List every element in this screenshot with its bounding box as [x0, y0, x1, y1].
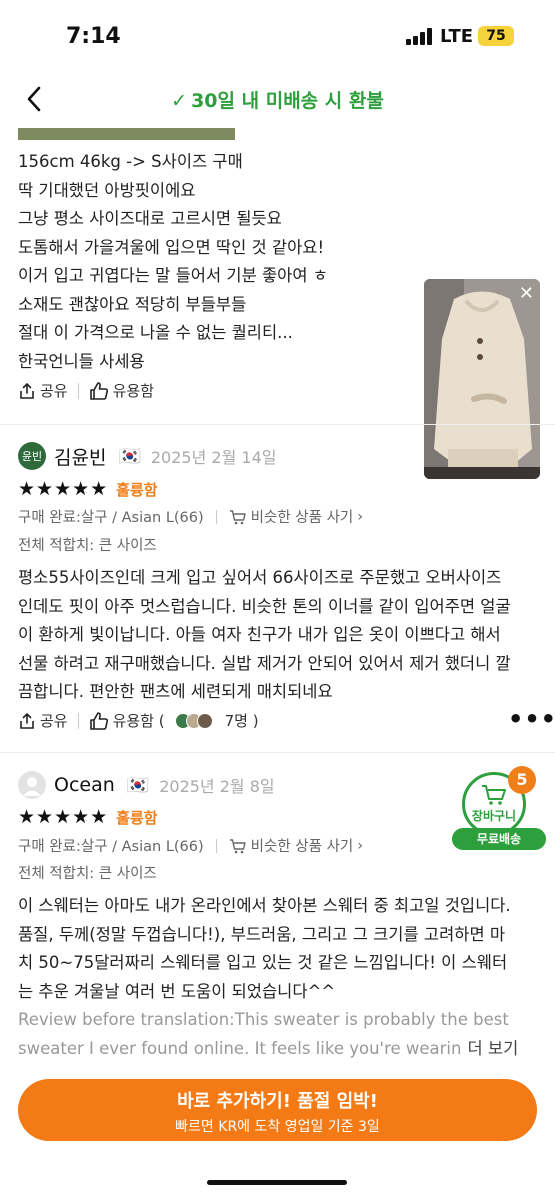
stars-icon: ★★★★★ [18, 806, 109, 828]
scroll-fade [0, 1062, 555, 1080]
read-more-link[interactable]: 더 보기 [461, 1038, 519, 1058]
review-divider [0, 752, 555, 753]
video-preview-thumbnail[interactable]: ✕ [424, 279, 540, 479]
share-icon [20, 382, 34, 399]
review-photo-partial[interactable] [18, 128, 235, 140]
avatar [196, 712, 213, 729]
share-button[interactable]: 공유 [18, 710, 68, 731]
cart-floating-button[interactable]: 장바구니 5 무료배송 [452, 766, 546, 852]
purchase-info: 구매 완료:살구 / Asian L(66) 비슷한 상품 사기 › [18, 835, 363, 856]
divider [77, 712, 79, 729]
review-divider [0, 424, 555, 425]
cart-count-badge: 5 [508, 766, 536, 794]
default-user-icon [23, 777, 41, 796]
review-body: 이 스웨터는 아마도 내가 온라인에서 찾아본 스웨터 중 최고일 것입니다. … [18, 892, 519, 1063]
helpful-user-avatars [174, 712, 213, 729]
rating-grade: 훌륭함 [116, 808, 158, 827]
star-rating: ★★★★★ 훌륭함 [18, 806, 158, 828]
more-options-icon[interactable]: ••• [508, 705, 555, 733]
review-body: 156cm 46kg -> S사이즈 구매 딱 기대했던 아방핏이에요 그냥 평… [18, 152, 328, 371]
top-header: ✓ 30일 내 미배송 시 환불 [0, 70, 555, 128]
reviewer-name: 김윤빈 [54, 446, 107, 469]
avatar [18, 771, 46, 799]
stars-icon: ★★★★★ [18, 478, 109, 500]
signal-icon [406, 28, 434, 45]
chevron-right-icon: › [357, 508, 364, 525]
avatar: 윤빈 [18, 442, 46, 470]
add-to-cart-button[interactable]: 바로 추가하기! 품절 임박! 빠르면 KR에 도착 영업일 기준 3일 [18, 1079, 537, 1141]
reviewer-header: 윤빈 김윤빈 🇰🇷 2025년 2월 14일 [18, 442, 276, 470]
fit-info: 전체 적합치: 큰 사이즈 [18, 538, 157, 554]
fit-info: 전체 적합치: 큰 사이즈 [18, 866, 157, 882]
reviewer-name: Ocean [54, 774, 115, 796]
helpful-button[interactable]: 유용함 [89, 380, 154, 401]
korea-flag-icon: 🇰🇷 [118, 445, 141, 467]
star-rating: ★★★★★ 훌륭함 [18, 478, 158, 500]
similar-product-link[interactable]: 비슷한 상품 사기 › [229, 835, 363, 856]
status-time: 7:14 [66, 24, 121, 49]
purchase-info: 구매 완료:살구 / Asian L(66) 비슷한 상품 사기 › [18, 506, 363, 527]
helpful-button[interactable]: 유용함 ( 7명 ) [89, 710, 259, 731]
similar-product-link[interactable]: 비슷한 상품 사기 › [229, 506, 363, 527]
review-actions: 공유 유용함 [18, 380, 154, 401]
thumbs-up-icon [89, 711, 108, 730]
sweater-photo [424, 279, 540, 479]
share-icon [20, 712, 34, 729]
network-label: LTE [440, 26, 474, 47]
rating-grade: 훌륭함 [116, 480, 158, 499]
cart-icon [229, 838, 246, 853]
original-review-text: Review before translation:This sweater i… [18, 1010, 509, 1029]
original-review-text: sweater I ever found online. It feels li… [18, 1038, 519, 1058]
cart-icon [229, 509, 246, 524]
share-button[interactable]: 공유 [18, 380, 68, 401]
close-icon[interactable]: ✕ [519, 283, 534, 304]
reviewer-header: Ocean 🇰🇷 2025년 2월 8일 [18, 771, 275, 799]
review-body: 평소55사이즈인데 크게 입고 싶어서 66사이즈로 주문했고 오버사이즈 인데… [18, 568, 511, 701]
thumbs-up-icon [89, 381, 108, 400]
status-bar: 7:14 LTE 75 [0, 0, 555, 70]
divider [77, 382, 79, 399]
shopping-cart-icon [482, 785, 506, 805]
review-date: 2025년 2월 14일 [150, 448, 277, 467]
free-shipping-badge: 무료배송 [452, 828, 546, 850]
chevron-right-icon: › [357, 837, 364, 854]
battery-icon: 75 [478, 26, 514, 46]
review-actions: 공유 유용함 ( 7명 ) [18, 710, 259, 731]
review-date: 2025년 2월 8일 [159, 777, 275, 796]
home-indicator [207, 1180, 347, 1185]
check-icon: ✓ [171, 90, 188, 112]
korea-flag-icon: 🇰🇷 [126, 774, 150, 796]
page-title: ✓ 30일 내 미배송 시 환불 [171, 90, 384, 112]
